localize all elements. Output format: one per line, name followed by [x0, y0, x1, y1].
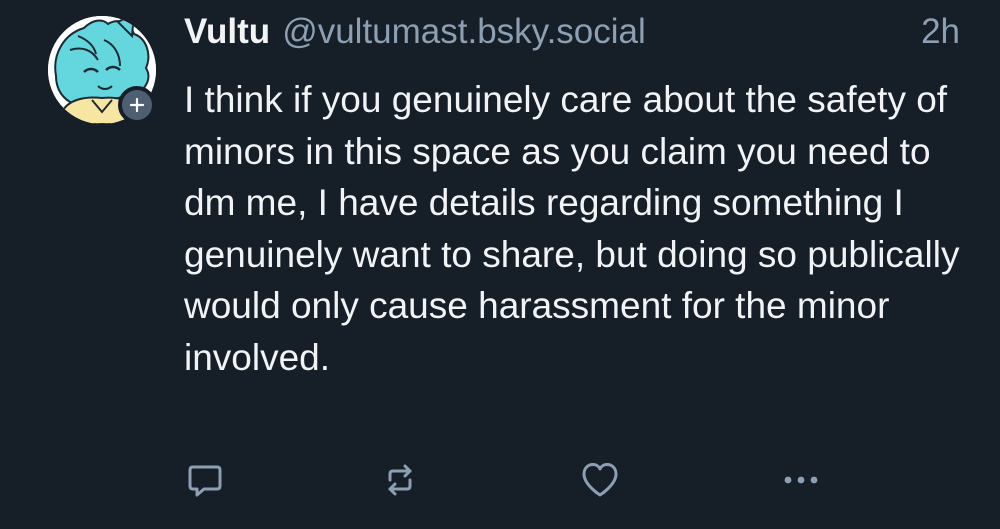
post-text: I think if you genuinely care about the …: [184, 79, 960, 378]
plus-icon: [129, 97, 145, 113]
post-actions: [0, 458, 1000, 504]
author-display-name[interactable]: Vultu: [184, 12, 270, 52]
avatar-container: [48, 16, 156, 124]
author-handle[interactable]: @vultumast.bsky.social: [282, 12, 646, 52]
repost-arrows-icon: [388, 464, 412, 496]
post-card[interactable]: Vultu @vultumast.bsky.social 2h I think …: [0, 0, 1000, 529]
post-timestamp[interactable]: 2h: [921, 12, 960, 52]
reply-button[interactable]: [183, 458, 227, 502]
follow-button[interactable]: [118, 86, 156, 124]
heart-icon: [582, 463, 618, 497]
ellipsis-icon: [784, 476, 818, 484]
post-header: Vultu @vultumast.bsky.social 2h: [184, 12, 964, 66]
repost-button[interactable]: [378, 458, 422, 502]
more-options-button[interactable]: [779, 458, 823, 502]
like-button[interactable]: [578, 458, 622, 502]
speech-bubble-icon: [188, 465, 222, 497]
